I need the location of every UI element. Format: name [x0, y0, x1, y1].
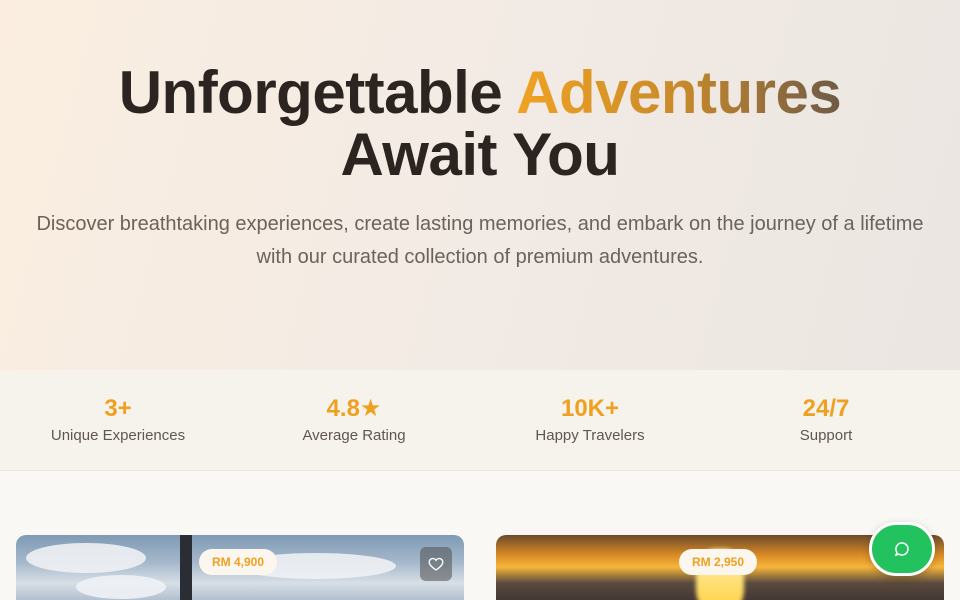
stat-happy-travelers: 10K+ Happy Travelers [472, 370, 708, 470]
stat-label: Average Rating [302, 427, 406, 444]
stat-unique-experiences: 3+ Unique Experiences [0, 370, 236, 470]
stat-value: 3+ [104, 395, 132, 422]
price-badge: RM 4,900 [199, 549, 278, 575]
chat-bubble-icon [894, 542, 909, 557]
hero-subtitle: Discover breathtaking experiences, creat… [36, 213, 924, 268]
sailboat-mast-image [180, 535, 192, 600]
price-badge: RM 2,950 [679, 549, 758, 575]
hero-title-prefix: Unforgettable [118, 59, 517, 126]
hero-section: Unforgettable Adventures Await You Disco… [0, 0, 960, 370]
hero-title: Unforgettable Adventures Await You [0, 62, 960, 186]
adventure-card[interactable]: RM 4,900 [16, 535, 464, 600]
favorite-button[interactable] [420, 547, 452, 581]
stat-value: 10K+ [560, 395, 620, 422]
stats-bar: 3+ Unique Experiences 4.8★ Average Ratin… [0, 370, 960, 471]
stat-label: Happy Travelers [535, 427, 645, 444]
chat-button[interactable] [869, 522, 935, 576]
stat-average-rating: 4.8★ Average Rating [236, 370, 472, 470]
hero-title-accent: Adventures [516, 59, 842, 126]
cloud-decoration [26, 543, 146, 573]
heart-icon [428, 557, 444, 571]
hero-title-line2: Await You [340, 121, 620, 188]
stat-label: Support [799, 427, 853, 444]
stat-value: 24/7 [802, 395, 850, 422]
cloud-decoration [76, 575, 166, 599]
stat-support: 24/7 Support [708, 370, 944, 470]
stat-value: 4.8★ [326, 395, 382, 422]
stat-label: Unique Experiences [50, 427, 186, 444]
